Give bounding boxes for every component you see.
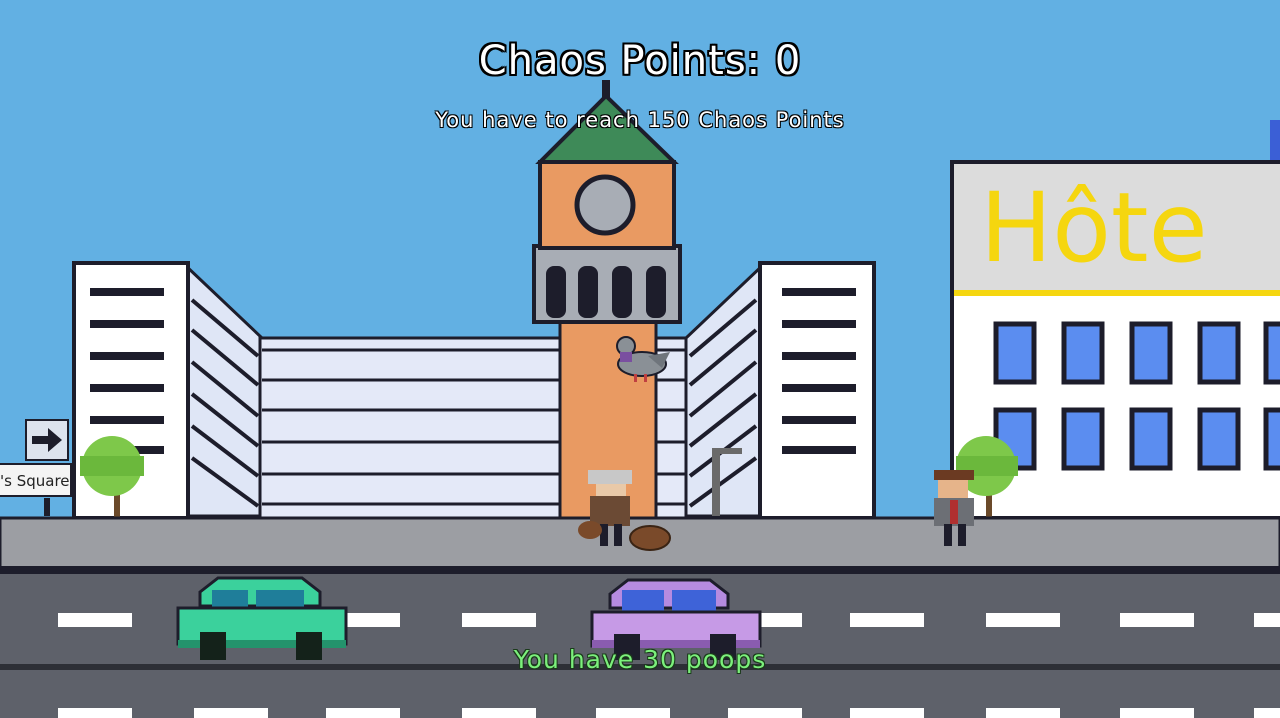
goal-message: You have to reach 150 Chaos Points bbox=[435, 108, 845, 132]
hotel-sign-text: Hôte bbox=[980, 172, 1208, 284]
poops-remaining: You have 30 poops bbox=[513, 645, 767, 674]
street-sign-label: 's Square bbox=[0, 463, 72, 497]
chaos-points-counter: Chaos Points: 0 bbox=[478, 38, 802, 84]
hotel-sign: Hôte bbox=[980, 168, 1280, 288]
